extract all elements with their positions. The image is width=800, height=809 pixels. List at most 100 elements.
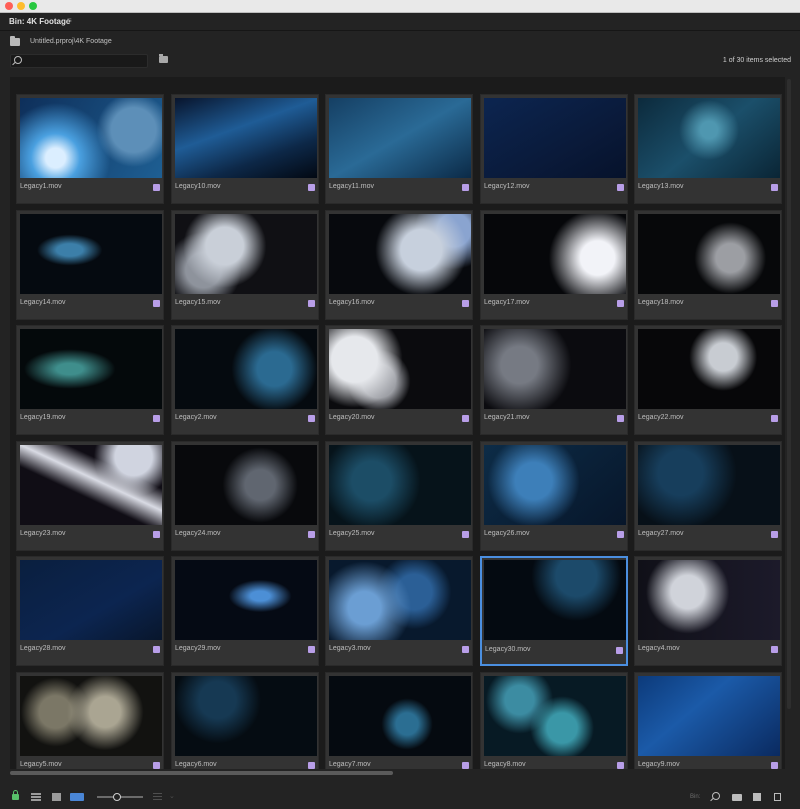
clip-tile[interactable]: Legacy24.mov bbox=[171, 441, 319, 551]
clip-tile[interactable]: Legacy30.mov bbox=[480, 556, 628, 666]
clip-tile[interactable]: Legacy6.mov bbox=[171, 672, 319, 769]
clip-thumbnail[interactable] bbox=[175, 676, 317, 756]
clip-thumbnail[interactable] bbox=[175, 214, 317, 294]
clip-tile[interactable]: Legacy25.mov bbox=[325, 441, 473, 551]
panel-tab[interactable]: Bin: 4K Footage ≡ bbox=[0, 13, 800, 31]
zoom-window-button[interactable] bbox=[29, 2, 37, 10]
minimize-window-button[interactable] bbox=[17, 2, 25, 10]
close-window-button[interactable] bbox=[5, 2, 13, 10]
clip-thumbnail[interactable] bbox=[20, 676, 162, 756]
clip-thumbnail[interactable] bbox=[638, 214, 780, 294]
clip-tile[interactable]: Legacy18.mov bbox=[634, 210, 782, 320]
horizontal-scrollbar[interactable] bbox=[10, 770, 785, 776]
label-color-badge[interactable] bbox=[153, 531, 160, 538]
label-color-badge[interactable] bbox=[617, 531, 624, 538]
clip-thumbnail[interactable] bbox=[20, 329, 162, 409]
label-color-badge[interactable] bbox=[462, 646, 469, 653]
label-color-badge[interactable] bbox=[153, 300, 160, 307]
clip-tile[interactable]: Legacy10.mov bbox=[171, 94, 319, 204]
clip-tile[interactable]: Legacy28.mov bbox=[16, 556, 164, 666]
freeform-view-icon[interactable] bbox=[70, 793, 84, 801]
clip-tile[interactable]: Legacy5.mov bbox=[16, 672, 164, 769]
clip-tile[interactable]: Legacy11.mov bbox=[325, 94, 473, 204]
clip-thumbnail[interactable] bbox=[20, 98, 162, 178]
clip-tile[interactable]: Legacy12.mov bbox=[480, 94, 628, 204]
clip-tile[interactable]: Legacy7.mov bbox=[325, 672, 473, 769]
horizontal-scroll-thumb[interactable] bbox=[10, 771, 393, 775]
vertical-scrollbar[interactable] bbox=[786, 77, 792, 769]
sort-icons-icon[interactable] bbox=[153, 793, 162, 800]
label-color-badge[interactable] bbox=[308, 300, 315, 307]
clip-tile[interactable]: Legacy22.mov bbox=[634, 325, 782, 435]
label-color-badge[interactable] bbox=[771, 300, 778, 307]
clip-tile[interactable]: Legacy16.mov bbox=[325, 210, 473, 320]
clip-thumbnail[interactable] bbox=[638, 560, 780, 640]
label-color-badge[interactable] bbox=[153, 646, 160, 653]
clip-thumbnail[interactable] bbox=[329, 214, 471, 294]
label-color-badge[interactable] bbox=[308, 415, 315, 422]
clip-thumbnail[interactable] bbox=[329, 329, 471, 409]
label-color-badge[interactable] bbox=[308, 646, 315, 653]
clip-thumbnail[interactable] bbox=[638, 329, 780, 409]
zoom-slider[interactable] bbox=[97, 793, 143, 801]
clip-thumbnail[interactable] bbox=[484, 98, 626, 178]
clip-tile[interactable]: Legacy13.mov bbox=[634, 94, 782, 204]
label-color-badge[interactable] bbox=[771, 531, 778, 538]
clip-thumbnail[interactable] bbox=[20, 560, 162, 640]
label-color-badge[interactable] bbox=[462, 415, 469, 422]
clip-thumbnail[interactable] bbox=[175, 98, 317, 178]
label-color-badge[interactable] bbox=[617, 415, 624, 422]
label-color-badge[interactable] bbox=[617, 300, 624, 307]
clip-thumbnail[interactable] bbox=[484, 214, 626, 294]
parent-folder-icon[interactable] bbox=[10, 36, 20, 46]
clip-tile[interactable]: Legacy1.mov bbox=[16, 94, 164, 204]
clip-tile[interactable]: Legacy14.mov bbox=[16, 210, 164, 320]
icon-view-icon[interactable] bbox=[52, 793, 61, 801]
label-color-badge[interactable] bbox=[617, 184, 624, 191]
clip-thumbnail[interactable] bbox=[329, 560, 471, 640]
clip-thumbnail[interactable] bbox=[329, 98, 471, 178]
clip-thumbnail[interactable] bbox=[175, 329, 317, 409]
new-search-bin-icon[interactable] bbox=[159, 54, 168, 63]
clip-tile[interactable]: Legacy26.mov bbox=[480, 441, 628, 551]
clip-thumbnail[interactable] bbox=[175, 445, 317, 525]
label-color-badge[interactable] bbox=[462, 184, 469, 191]
label-color-badge[interactable] bbox=[462, 531, 469, 538]
clip-tile[interactable]: Legacy4.mov bbox=[634, 556, 782, 666]
clip-thumbnail[interactable] bbox=[329, 676, 471, 756]
vertical-scroll-thumb[interactable] bbox=[787, 79, 791, 709]
clip-tile[interactable]: Legacy17.mov bbox=[480, 210, 628, 320]
clip-tile[interactable]: Legacy15.mov bbox=[171, 210, 319, 320]
clip-thumbnail[interactable] bbox=[329, 445, 471, 525]
clip-thumbnail[interactable] bbox=[20, 214, 162, 294]
label-color-badge[interactable] bbox=[771, 762, 778, 769]
list-view-icon[interactable] bbox=[31, 793, 41, 801]
label-color-badge[interactable] bbox=[771, 184, 778, 191]
sort-chevron-icon[interactable]: ⌄ bbox=[169, 792, 175, 800]
panel-menu-icon[interactable]: ≡ bbox=[67, 16, 72, 25]
label-color-badge[interactable] bbox=[462, 762, 469, 769]
label-color-badge[interactable] bbox=[308, 531, 315, 538]
label-color-badge[interactable] bbox=[771, 415, 778, 422]
label-color-badge[interactable] bbox=[153, 415, 160, 422]
clip-thumbnail[interactable] bbox=[638, 98, 780, 178]
label-color-badge[interactable] bbox=[153, 762, 160, 769]
clip-thumbnail[interactable] bbox=[175, 560, 317, 640]
zoom-slider-handle[interactable] bbox=[113, 793, 121, 801]
label-color-badge[interactable] bbox=[308, 184, 315, 191]
search-field[interactable] bbox=[10, 54, 148, 68]
clip-tile[interactable]: Legacy2.mov bbox=[171, 325, 319, 435]
label-color-badge[interactable] bbox=[771, 646, 778, 653]
clip-tile[interactable]: Legacy19.mov bbox=[16, 325, 164, 435]
clip-tile[interactable]: Legacy29.mov bbox=[171, 556, 319, 666]
clip-tile[interactable]: Legacy9.mov bbox=[634, 672, 782, 769]
clip-tile[interactable]: Legacy23.mov bbox=[16, 441, 164, 551]
clip-thumbnail[interactable] bbox=[484, 445, 626, 525]
label-color-badge[interactable] bbox=[308, 762, 315, 769]
find-icon[interactable] bbox=[712, 792, 720, 800]
clip-thumbnail[interactable] bbox=[20, 445, 162, 525]
trash-icon[interactable] bbox=[774, 793, 781, 801]
label-color-badge[interactable] bbox=[616, 647, 623, 654]
label-color-badge[interactable] bbox=[462, 300, 469, 307]
search-input[interactable] bbox=[25, 55, 143, 67]
